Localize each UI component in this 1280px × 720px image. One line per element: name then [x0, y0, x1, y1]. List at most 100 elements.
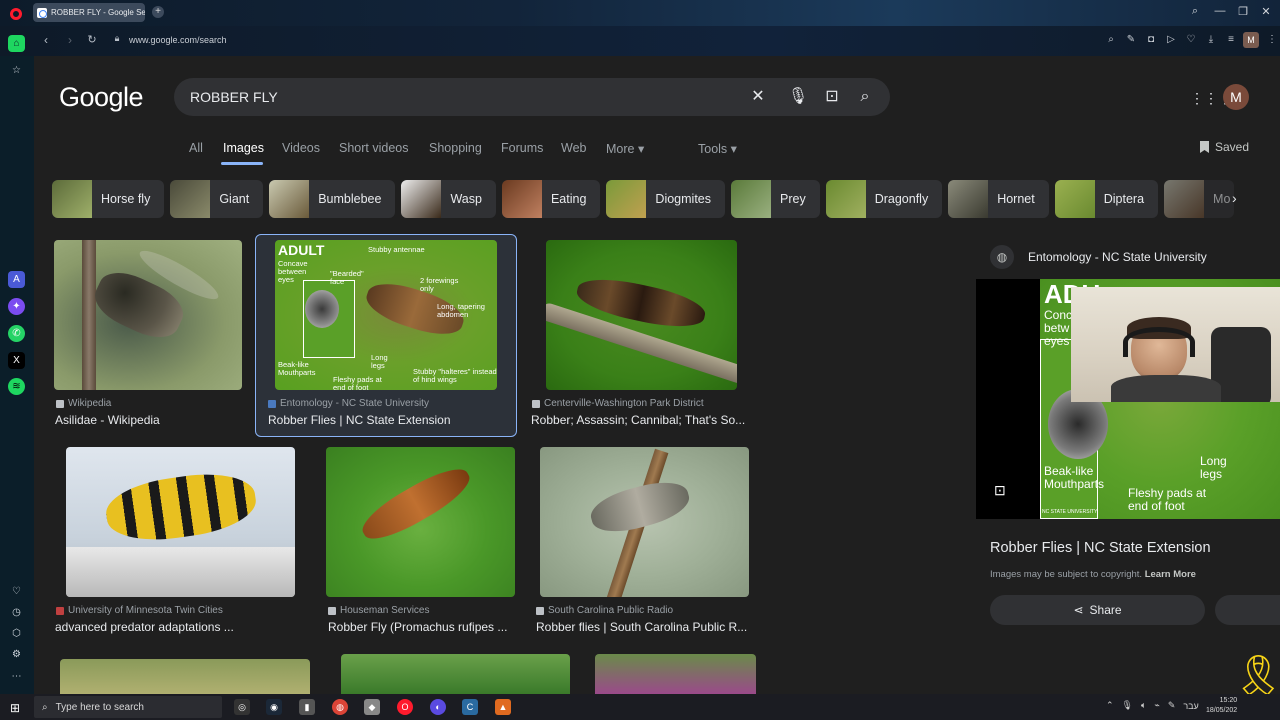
chip-horse-fly[interactable]: Horse fly [52, 180, 165, 218]
tab-more[interactable]: More ▾ [606, 141, 644, 156]
voice-search-icon[interactable]: 🎙︎ [787, 86, 809, 108]
lens-icon[interactable]: ⊡ [994, 482, 1006, 499]
maximize-icon[interactable]: ❐ [1235, 5, 1251, 18]
search-icon[interactable]: ⌕ [854, 86, 876, 108]
forward-icon[interactable]: › [63, 33, 77, 47]
result-image[interactable] [326, 447, 515, 597]
app-icon[interactable]: ▲ [495, 699, 511, 715]
opera-icon[interactable]: O [397, 699, 413, 715]
result-image-partial[interactable] [595, 654, 756, 694]
panel-title[interactable]: Robber Flies | NC State Extension [990, 540, 1211, 556]
minimize-icon[interactable]: — [1212, 5, 1228, 17]
saved-button[interactable]: Saved [1200, 140, 1249, 154]
chip-hornet[interactable]: Hornet [948, 180, 1049, 218]
spotify-icon[interactable]: ≋ [8, 378, 25, 395]
result-image-partial[interactable] [341, 654, 570, 694]
result-title[interactable]: Robber Flies | NC State Extension [268, 413, 508, 427]
speaker-icon[interactable]: 🔈︎ [1141, 700, 1146, 711]
aria-icon[interactable]: A [8, 271, 25, 288]
app-icon[interactable]: ▮ [299, 699, 315, 715]
settings-icon[interactable]: ⚙ [8, 646, 25, 663]
heart-icon[interactable]: ♡ [1185, 34, 1197, 46]
edit-icon[interactable]: ✎ [1125, 34, 1137, 46]
browser-tab[interactable]: ROBBER FLY - Google Search [33, 3, 145, 22]
chip-dragonfly[interactable]: Dragonfly [825, 180, 943, 218]
account-avatar[interactable]: M [1223, 84, 1249, 110]
result-card-2[interactable]: ADULT Stubby antennae Concave between ey… [265, 240, 509, 430]
chip-diogmites[interactable]: Diogmites [606, 180, 725, 218]
panel-site-name[interactable]: Entomology - NC State University [1028, 250, 1207, 264]
chip-more[interactable]: Mo [1164, 180, 1235, 218]
tab-all[interactable]: All [189, 141, 203, 155]
chrome-icon[interactable]: ◍ [332, 699, 348, 715]
app-icon[interactable]: ◆ [364, 699, 380, 715]
network-icon[interactable]: ⌁ [1154, 700, 1159, 711]
result-title[interactable]: Robber Fly (Promachus rufipes ... [328, 620, 518, 634]
camera-icon[interactable]: ◘ [1145, 34, 1157, 46]
result-image-partial[interactable] [60, 659, 310, 694]
result-card-1[interactable]: Wikipedia Asilidae - Wikipedia [54, 240, 244, 430]
whatsapp-icon[interactable]: ✆ [8, 325, 25, 342]
messenger-icon[interactable]: ✦ [8, 298, 25, 315]
play-icon[interactable]: ▷ [1165, 34, 1177, 46]
result-image[interactable] [546, 240, 737, 390]
tab-short-videos[interactable]: Short videos [339, 141, 408, 155]
tray-chevron-icon[interactable]: ⌃ [1106, 700, 1114, 711]
url-field[interactable]: www.google.com/search [129, 35, 227, 45]
tab-forums[interactable]: Forums [501, 141, 543, 155]
tab-images[interactable]: Images [223, 141, 264, 155]
chip-diptera[interactable]: Diptera [1054, 180, 1159, 218]
result-image[interactable] [540, 447, 749, 597]
taskview-icon[interactable]: ◎ [234, 699, 250, 715]
app-icon[interactable]: C [462, 699, 478, 715]
pen-icon[interactable]: ✎ [1168, 700, 1176, 711]
opera-logo-icon[interactable] [10, 8, 22, 20]
result-card-4[interactable]: University of Minnesota Twin Cities adva… [54, 447, 304, 637]
extensions-icon[interactable]: ⬡ [8, 625, 25, 642]
home-icon[interactable]: ⌂ [8, 35, 25, 52]
star-icon[interactable]: ☆ [8, 62, 25, 79]
x-twitter-icon[interactable]: X [8, 352, 25, 369]
taskbar-search[interactable]: ⌕ Type here to search [34, 696, 222, 718]
search-tabs-icon[interactable]: ⌕ [1187, 5, 1203, 18]
result-card-3[interactable]: Centerville-Washington Park District Rob… [530, 240, 756, 430]
back-icon[interactable]: ‹ [39, 33, 53, 47]
result-image[interactable]: ADULT Stubby antennae Concave between ey… [275, 240, 497, 390]
steam-icon[interactable]: ◉ [266, 699, 282, 715]
tab-videos[interactable]: Videos [282, 141, 320, 155]
share-button[interactable]: ⋖ Share [990, 595, 1205, 625]
tools-button[interactable]: Tools ▾ [698, 141, 737, 156]
sidebar-toggle-icon[interactable]: ⋮ [1266, 34, 1278, 46]
learn-more-link[interactable]: Learn More [1145, 569, 1196, 580]
clear-search-icon[interactable]: ✕ [747, 86, 769, 108]
chip-wasp[interactable]: Wasp [401, 180, 496, 218]
google-logo[interactable]: Google [59, 82, 144, 113]
result-image[interactable] [66, 447, 295, 597]
result-title[interactable]: Robber flies | South Carolina Public R..… [536, 620, 756, 634]
chip-eating[interactable]: Eating [501, 180, 601, 218]
search-box[interactable] [174, 78, 890, 116]
result-title[interactable]: Asilidae - Wikipedia [55, 413, 245, 427]
result-image[interactable] [54, 240, 242, 390]
tab-shopping[interactable]: Shopping [429, 141, 482, 155]
heart-icon[interactable]: ♡ [8, 583, 25, 600]
menu-icon[interactable]: ≡ [1225, 34, 1237, 46]
zoom-icon[interactable]: ⌕ [1105, 34, 1117, 46]
history-icon[interactable]: ◷ [8, 604, 25, 621]
result-card-5[interactable]: Houseman Services Robber Fly (Promachus … [326, 447, 526, 637]
tab-web[interactable]: Web [561, 141, 586, 155]
result-title[interactable]: advanced predator adaptations ... [55, 620, 285, 634]
panel-next-button[interactable] [1215, 595, 1280, 625]
windows-start-icon[interactable]: ⊞ [10, 701, 20, 715]
more-icon[interactable]: ⋯ [8, 668, 25, 685]
mic-icon[interactable]: 🎙︎ [1122, 700, 1133, 711]
result-title[interactable]: Robber; Assassin; Cannibal; That's So... [531, 413, 753, 427]
google-apps-icon[interactable]: ⋮⋮⋮ [1190, 89, 1232, 107]
result-card-6[interactable]: South Carolina Public Radio Robber flies… [534, 447, 764, 637]
app-icon[interactable]: ◐ [430, 699, 446, 715]
taskbar-clock[interactable]: 15:20 18/05/202 [1206, 696, 1237, 716]
chip-prey[interactable]: Prey [731, 180, 820, 218]
chips-next-arrow-icon[interactable]: › [1232, 190, 1237, 206]
close-window-icon[interactable]: ✕ [1258, 5, 1274, 18]
lens-search-icon[interactable]: ⊡ [821, 86, 843, 108]
